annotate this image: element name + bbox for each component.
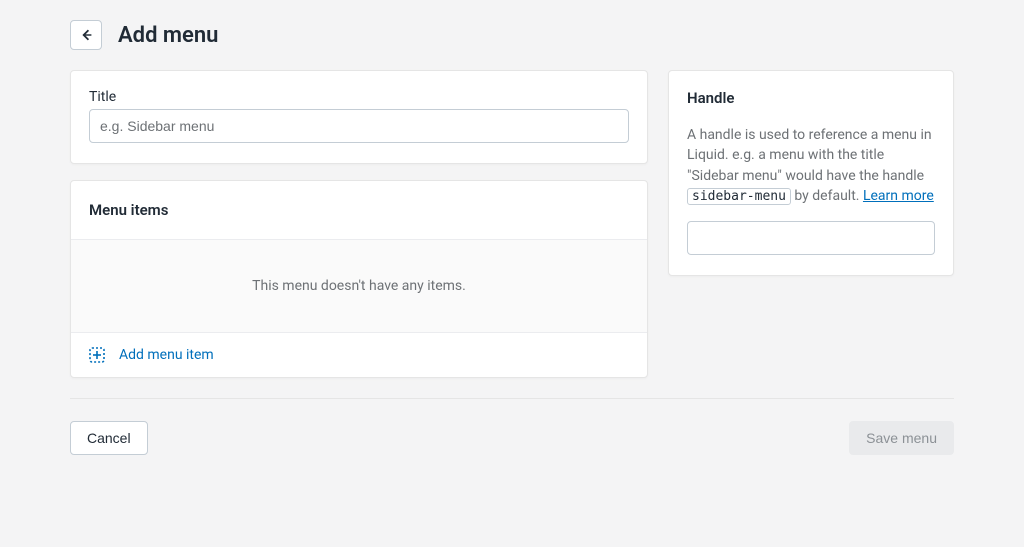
page-header: Add menu	[70, 20, 954, 50]
handle-heading: Handle	[687, 89, 935, 107]
arrow-left-icon	[77, 26, 95, 44]
learn-more-link[interactable]: Learn more	[863, 188, 934, 204]
handle-description: A handle is used to reference a menu in …	[687, 125, 935, 207]
back-button[interactable]	[70, 20, 102, 50]
menu-items-heading: Menu items	[71, 181, 647, 239]
handle-input[interactable]	[687, 221, 935, 255]
save-menu-button[interactable]: Save menu	[849, 421, 954, 455]
page-title: Add menu	[118, 23, 218, 48]
menu-items-card: Menu items This menu doesn't have any it…	[70, 180, 648, 378]
cancel-button[interactable]: Cancel	[70, 421, 148, 455]
handle-card: Handle A handle is used to reference a m…	[668, 70, 954, 276]
title-card: Title	[70, 70, 648, 164]
handle-example-code: sidebar-menu	[687, 188, 791, 205]
add-menu-item-button[interactable]: Add menu item	[71, 332, 647, 377]
menu-items-empty: This menu doesn't have any items.	[71, 239, 647, 332]
title-input[interactable]	[89, 109, 629, 143]
title-label: Title	[89, 89, 629, 105]
footer-actions: Cancel Save menu	[70, 399, 954, 477]
add-menu-item-label: Add menu item	[119, 347, 214, 363]
add-circle-icon	[89, 347, 105, 363]
